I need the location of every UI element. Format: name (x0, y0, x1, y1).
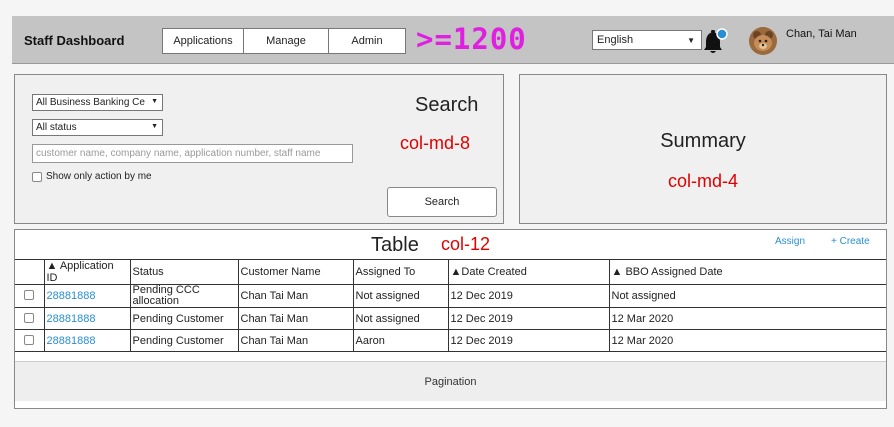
search-button[interactable]: Search (387, 187, 497, 217)
brand-title: Staff Dashboard (24, 33, 125, 48)
caret-down-icon: ▼ (149, 123, 158, 130)
bbo-assigned-date-cell: 12 Mar 2020 (608, 329, 886, 352)
main-nav: Applications Manage Admin (162, 28, 406, 54)
application-id-cell: 28881888 (43, 307, 131, 330)
app-header: Staff Dashboard Applications Manage Admi… (12, 16, 894, 64)
table-row: 28881888 Pending Customer Chan Tai Man A… (15, 329, 886, 352)
language-value: English (597, 34, 634, 46)
column-header-bbo-assigned-date[interactable]: ▲ BBO Assigned Date (608, 259, 886, 285)
action-by-me-label: Show only action by me (46, 171, 152, 182)
table-col-label: col-12 (441, 234, 491, 254)
summary-col-label: col-md-4 (667, 171, 738, 191)
status-select[interactable]: All status ▼ (32, 119, 163, 136)
table-title: Table (371, 234, 419, 256)
application-id-link[interactable]: 28881888 (47, 335, 96, 347)
table-row: 28881888 Pending Customer Chan Tai Man N… (15, 307, 886, 330)
business-center-value: All Business Banking Ce (36, 97, 145, 108)
column-header-date-created[interactable]: ▲Date Created (447, 259, 610, 285)
caret-down-icon: ▼ (687, 36, 695, 45)
caret-down-icon: ▼ (149, 98, 158, 105)
assigned-to-cell: Not assigned (352, 284, 449, 308)
status-cell: Pending CCC allocation (129, 284, 239, 308)
search-input[interactable] (32, 144, 353, 163)
column-header-application-id[interactable]: ▲ Application ID (43, 259, 131, 285)
customer-name-cell: Chan Tai Man (237, 307, 354, 330)
nav-applications[interactable]: Applications (162, 28, 244, 54)
summary-panel: Summary col-md-4 (519, 74, 887, 224)
column-header-customer-name: Customer Name (237, 259, 354, 285)
action-by-me-row[interactable]: Show only action by me (32, 171, 152, 182)
language-select[interactable]: English ▼ (592, 30, 702, 50)
date-created-cell: 12 Dec 2019 (447, 284, 610, 308)
notification-dot (716, 28, 728, 40)
customer-name-cell: Chan Tai Man (237, 284, 354, 308)
application-id-link[interactable]: 28881888 (47, 290, 96, 302)
business-center-select[interactable]: All Business Banking Ce ▼ (32, 94, 163, 111)
pagination[interactable]: Pagination (15, 361, 886, 401)
status-cell: Pending Customer (129, 329, 239, 352)
summary-title: Summary (660, 130, 746, 152)
customer-name-cell: Chan Tai Man (237, 329, 354, 352)
row-checkbox-cell (15, 284, 45, 308)
nav-admin[interactable]: Admin (328, 28, 406, 54)
header-select-cell (15, 259, 45, 285)
applications-table: ▲ Application ID Status Customer Name As… (15, 259, 886, 352)
status-cell: Pending Customer (129, 307, 239, 330)
table-row: 28881888 Pending CCC allocation Chan Tai… (15, 284, 886, 308)
column-header-status: Status (129, 259, 239, 285)
avatar-image (749, 27, 777, 55)
row-checkbox-cell (15, 307, 45, 330)
nav-manage[interactable]: Manage (243, 28, 329, 54)
bell-icon[interactable] (702, 28, 728, 56)
row-checkbox[interactable] (24, 335, 35, 345)
user-name[interactable]: Chan, Tai Man (786, 28, 857, 40)
table-header-row: ▲ Application ID Status Customer Name As… (15, 259, 886, 285)
assigned-to-cell: Not assigned (352, 307, 449, 330)
application-id-cell: 28881888 (43, 284, 131, 308)
assign-link[interactable]: Assign (775, 236, 805, 247)
table-panel: Table col-12 Assign + Create ▲ Applicati… (14, 229, 887, 409)
search-title: Search (415, 94, 479, 116)
date-created-cell: 12 Dec 2019 (447, 329, 610, 352)
create-link[interactable]: + Create (831, 236, 870, 247)
breakpoint-label: >=1200 (416, 22, 527, 56)
row-checkbox[interactable] (24, 290, 35, 300)
row-checkbox[interactable] (24, 313, 35, 323)
application-id-link[interactable]: 28881888 (47, 313, 96, 325)
date-created-cell: 12 Dec 2019 (447, 307, 610, 330)
bbo-assigned-date-cell: Not assigned (608, 284, 886, 308)
search-col-label: col-md-8 (400, 133, 471, 153)
column-header-assigned-to: Assigned To (352, 259, 449, 285)
action-by-me-checkbox[interactable] (32, 171, 42, 182)
row-checkbox-cell (15, 329, 45, 352)
search-panel: All Business Banking Ce ▼ All status ▼ S… (14, 74, 504, 224)
assigned-to-cell: Aaron (352, 329, 449, 352)
bbo-assigned-date-cell: 12 Mar 2020 (608, 307, 886, 330)
status-value: All status (36, 122, 77, 133)
application-id-cell: 28881888 (43, 329, 131, 352)
avatar[interactable] (749, 27, 777, 55)
